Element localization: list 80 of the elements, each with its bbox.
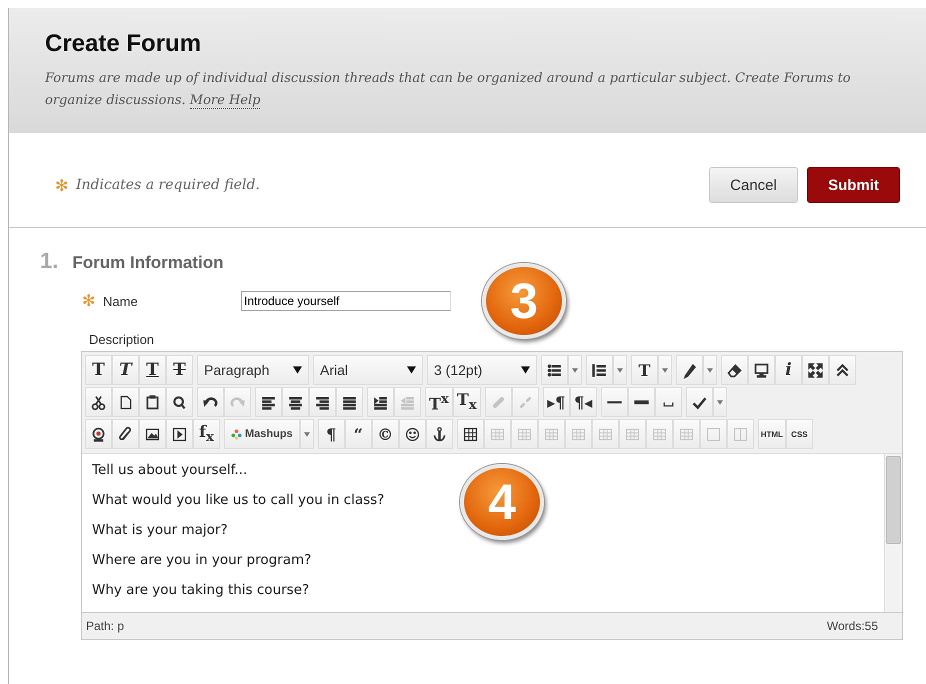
smiley-icon[interactable] — [398, 419, 426, 449]
align-left-icon[interactable] — [255, 387, 282, 417]
dropdown-caret-icon[interactable] — [300, 419, 314, 449]
align-center-icon[interactable] — [282, 387, 309, 417]
word-count: Words:55 — [826, 619, 878, 633]
anchor-icon[interactable] — [426, 419, 453, 449]
dropdown-triangle-icon — [407, 366, 416, 374]
element-path: Path: p — [86, 619, 124, 633]
justify-icon[interactable] — [336, 387, 363, 417]
search-icon[interactable] — [166, 387, 193, 417]
dropdown-triangle-icon — [521, 366, 530, 374]
format-button[interactable]: T — [85, 355, 112, 385]
bullet-list-icon[interactable] — [541, 355, 568, 385]
format-button[interactable]: © — [372, 419, 399, 449]
required-mark: ✻ — [82, 292, 95, 311]
editor-text-line: Where are you in your program? — [92, 551, 312, 570]
dropdown-caret-icon[interactable] — [568, 355, 582, 385]
highlighter-icon[interactable] — [676, 355, 703, 385]
format-dropdown[interactable]: Arial — [313, 355, 423, 385]
description-label: Description — [89, 332, 156, 347]
spellcheck-icon[interactable] — [686, 387, 713, 417]
paperclip-icon[interactable] — [112, 419, 139, 449]
format-button[interactable]: HTML — [758, 419, 786, 449]
video-icon[interactable] — [166, 419, 193, 449]
format-button[interactable]: “ — [344, 419, 372, 449]
scrollbar-thumb[interactable] — [886, 456, 901, 544]
scrollbar[interactable] — [884, 454, 902, 612]
page-description: Forums are made up of individual discussion threads that can be organized around a particular subject. Create Forums to organize discussions. More Help — [45, 70, 852, 111]
cut-icon[interactable] — [85, 387, 112, 417]
undo-icon[interactable] — [197, 387, 224, 417]
editor-text-line: What would you like us to call you in class? — [92, 491, 384, 510]
mashups-button[interactable]: Mashups — [224, 419, 300, 449]
name-field[interactable]: Introduce yourself — [241, 291, 451, 311]
format-button[interactable]: T — [631, 355, 658, 385]
format-button[interactable]: T — [112, 355, 139, 385]
indent-icon[interactable] — [367, 387, 394, 417]
align-right-icon[interactable] — [309, 387, 336, 417]
step-badge: 3 — [482, 263, 566, 339]
table-icon[interactable] — [456, 419, 484, 449]
collapse-icon[interactable] — [829, 355, 856, 385]
format-button[interactable]: i — [775, 355, 802, 385]
eraser-icon[interactable] — [721, 355, 748, 385]
format-button[interactable]: T — [166, 355, 193, 385]
format-button[interactable]: T$^{x}$ — [425, 387, 453, 417]
editor-text-line: Why are you taking this course? — [92, 581, 310, 600]
section-number: 1. — [40, 248, 58, 274]
more-help-link[interactable]: More Help — [190, 93, 260, 109]
editor-text-line: What is your major? — [92, 521, 228, 540]
dropdown-caret-icon[interactable] — [613, 355, 627, 385]
submit-button[interactable]: Submit — [807, 167, 900, 203]
required-mark: ✻ — [55, 176, 68, 194]
format-dropdown[interactable]: Paragraph — [197, 355, 309, 385]
clipboard-icon[interactable] — [139, 387, 166, 417]
cancel-button[interactable]: Cancel — [709, 167, 798, 203]
editor-text-line: Tell us about yourself... — [92, 461, 248, 480]
image-icon[interactable] — [139, 419, 166, 449]
format-button[interactable]: CSS — [786, 419, 813, 449]
dropdown-caret-icon[interactable] — [658, 355, 672, 385]
page-icon[interactable] — [112, 387, 139, 417]
webcam-icon[interactable] — [85, 419, 112, 449]
dropdown-caret-icon[interactable] — [703, 355, 717, 385]
monitor-icon[interactable] — [748, 355, 775, 385]
section-title: Forum Information — [72, 253, 224, 273]
format-button[interactable]: f$_{x}$ — [193, 419, 220, 449]
fullscreen-icon[interactable] — [802, 355, 829, 385]
numbered-list-icon[interactable] — [586, 355, 613, 385]
page-title: Create Forum — [45, 30, 202, 58]
format-button[interactable]: ▸¶ — [542, 387, 570, 417]
format-button[interactable]: T$_{x}$ — [452, 387, 481, 417]
format-button[interactable]: ¶◂ — [570, 387, 597, 417]
required-note: Indicates a required field. — [76, 177, 260, 193]
step-badge: 4 — [460, 464, 544, 540]
format-dropdown[interactable]: 3 (12pt) — [427, 355, 537, 385]
name-label: Name — [103, 294, 139, 308]
dropdown-caret-icon[interactable] — [712, 387, 727, 417]
colored-dots-icon — [231, 428, 242, 440]
space-icon[interactable] — [654, 387, 682, 417]
dropdown-triangle-icon — [293, 366, 302, 374]
format-button[interactable]: T — [139, 355, 166, 385]
format-button[interactable]: ¶ — [318, 419, 345, 449]
